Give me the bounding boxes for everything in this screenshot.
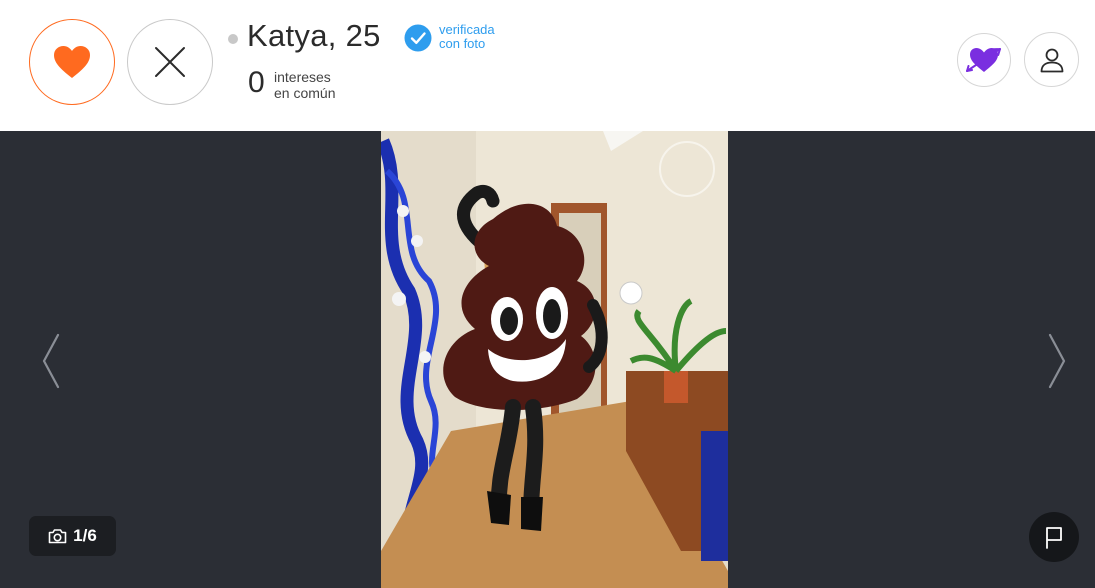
online-status-dot <box>228 34 238 44</box>
photo-counter-badge: 1/6 <box>29 516 116 556</box>
verified-check-icon <box>404 24 432 52</box>
next-photo-button[interactable] <box>1042 331 1072 391</box>
dislike-button[interactable] <box>127 19 213 105</box>
report-button[interactable] <box>1029 512 1079 562</box>
chevron-left-icon <box>42 333 60 389</box>
profile-photo[interactable] <box>381 131 728 588</box>
flag-icon <box>1046 527 1062 549</box>
profile-header: Katya, 25 verificada con foto 0 interese… <box>0 0 1095 131</box>
interests-line-2: en común <box>274 85 336 101</box>
like-button[interactable] <box>29 19 115 105</box>
my-profile-button[interactable] <box>1024 32 1079 87</box>
photo-counter-text: 1/6 <box>73 526 97 545</box>
cupid-button[interactable] <box>957 33 1011 87</box>
interests-line-1: intereses <box>274 69 331 85</box>
heart-arrow-icon <box>966 48 1001 72</box>
camera-icon <box>48 529 67 544</box>
common-interests-label: intereses en común <box>274 69 335 101</box>
verified-line-1: verificada <box>439 22 495 37</box>
profile-name-age: Katya, 25 <box>247 18 381 53</box>
photo-viewer: 1/6 <box>0 131 1095 588</box>
chevron-right-icon <box>1048 333 1066 389</box>
user-icon <box>1040 48 1063 72</box>
close-icon <box>155 47 185 77</box>
verified-line-2: con foto <box>439 36 486 51</box>
heart-icon <box>54 46 90 78</box>
verified-photo-label: verificada con foto <box>439 23 495 51</box>
previous-photo-button[interactable] <box>36 331 66 391</box>
common-interests-count: 0 <box>248 66 265 99</box>
